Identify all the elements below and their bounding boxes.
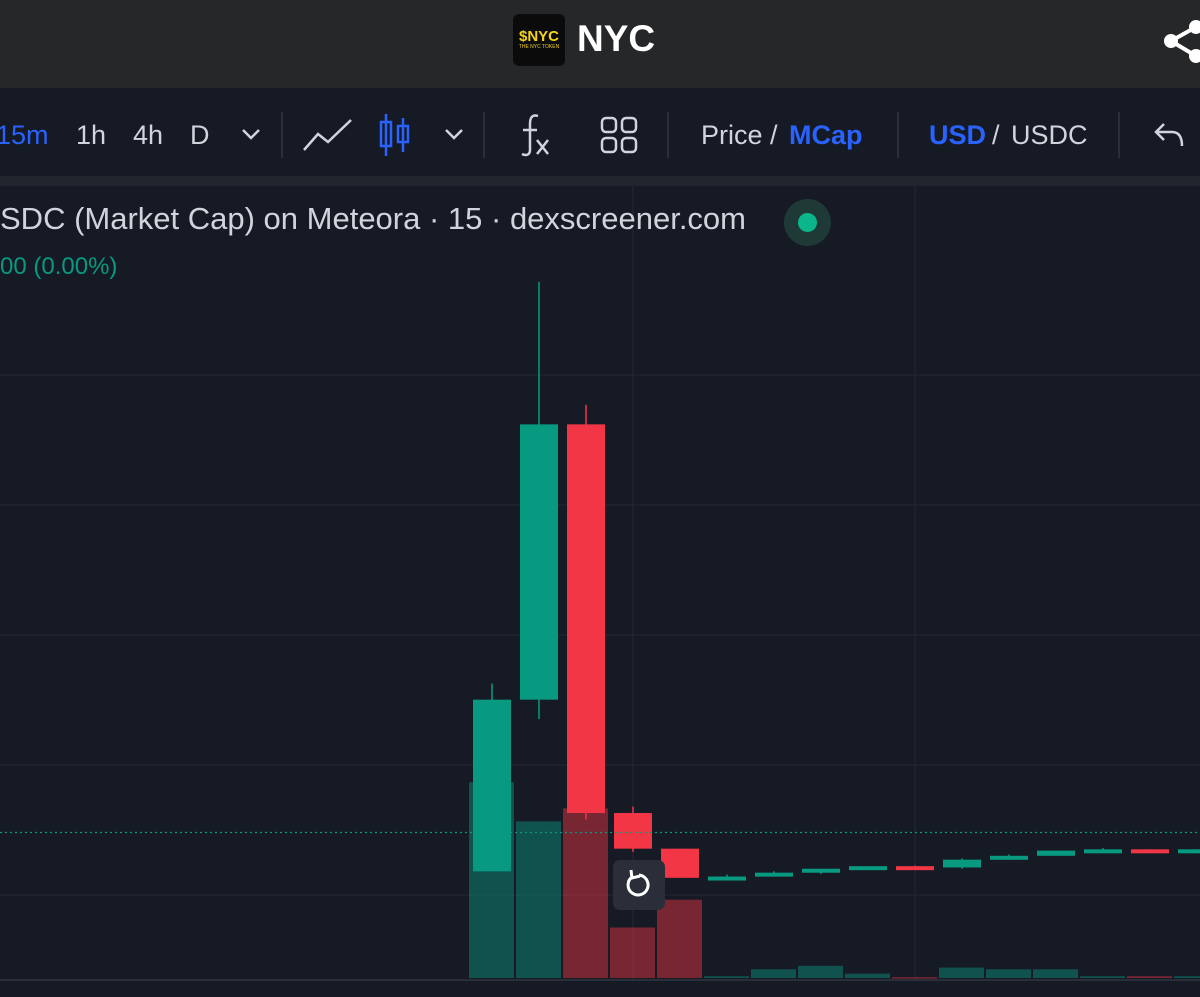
usdc-toggle-button[interactable]: USDC	[1011, 119, 1088, 151]
volume-bar-14	[1127, 976, 1172, 978]
chart-toolbar: 15m 1h 4h D Price / MCap USD / USDC	[0, 94, 1200, 176]
fx-icon[interactable]	[518, 112, 552, 158]
token-logo: $NYC THE NYC TOKEN	[513, 14, 565, 66]
share-icon	[1164, 20, 1200, 63]
token-logo-subtitle: THE NYC TOKEN	[518, 44, 560, 50]
usd-usdc-separator: /	[992, 120, 1000, 150]
undo-icon[interactable]	[1152, 120, 1186, 150]
volume-bar-11	[986, 969, 1031, 978]
interval-d-button[interactable]: D	[190, 119, 210, 151]
volume-bar-5	[704, 976, 749, 978]
toolbar-divider	[281, 112, 283, 158]
toolbar-divider	[897, 112, 899, 158]
candle-body-11	[990, 855, 1028, 860]
share-button[interactable]	[1160, 20, 1200, 70]
interval-1h-button[interactable]: 1h	[76, 119, 106, 151]
reset-chart-button[interactable]	[613, 860, 665, 910]
toolbar-divider	[483, 112, 485, 158]
reset-icon	[626, 869, 650, 897]
candle-body-2	[567, 424, 605, 814]
candle-body-7	[802, 868, 840, 873]
price-mcap-separator: /	[770, 120, 778, 150]
volume-bar-1	[516, 821, 561, 978]
interval-15m-button[interactable]: 15m	[0, 119, 49, 151]
candles	[473, 281, 1200, 881]
volume-bar-6	[751, 969, 796, 978]
candle-body-1	[520, 424, 558, 700]
volume-bar-9	[892, 977, 937, 979]
volume-bar-7	[798, 965, 843, 978]
candle-body-6	[755, 872, 793, 877]
volume-bar-15	[1174, 976, 1200, 978]
market-status-indicator[interactable]	[784, 199, 831, 246]
volume-bar-13	[1080, 976, 1125, 978]
toolbar-divider	[1118, 112, 1120, 158]
chart-legend-change: 00 (0.00%)	[0, 253, 118, 280]
interval-4h-button[interactable]: 4h	[133, 119, 163, 151]
candle-body-8	[849, 866, 887, 871]
top-header: $NYC THE NYC TOKEN NYC	[0, 0, 1200, 88]
grid-layout-icon[interactable]	[600, 116, 638, 154]
chart-legend-title: SDC (Market Cap) on Meteora · 15 · dexsc…	[0, 201, 746, 236]
token-name: NYC	[577, 18, 656, 59]
candle-body-3	[614, 813, 652, 849]
candle-body-12	[1037, 850, 1075, 856]
usd-toggle-button[interactable]: USD	[929, 119, 986, 151]
candle-body-10	[943, 859, 981, 868]
volume-bar-3	[610, 927, 655, 978]
toolbar-border	[0, 176, 1200, 186]
volume-bar-8	[845, 973, 890, 978]
candlestick-icon[interactable]	[378, 112, 412, 158]
line-chart-icon[interactable]	[302, 116, 354, 154]
candle-body-4	[661, 848, 699, 878]
volume-bar-12	[1033, 969, 1078, 978]
candle-body-13	[1084, 849, 1122, 854]
chart-type-menu-chevron-down-icon[interactable]	[443, 126, 465, 142]
toolbar-divider	[667, 112, 669, 158]
token-logo-ticker: $NYC	[518, 28, 559, 45]
candle-body-5	[708, 876, 746, 881]
volume-bar-2	[563, 808, 608, 978]
mcap-toggle-button[interactable]: MCap	[789, 119, 863, 151]
candle-body-9	[896, 866, 934, 871]
volume-bar-10	[939, 967, 984, 978]
candle-body-14	[1131, 849, 1169, 854]
candlestick-chart[interactable]	[0, 186, 1200, 997]
volume-bar-4	[657, 899, 702, 978]
market-status-dot	[798, 213, 817, 232]
interval-menu-chevron-down-icon[interactable]	[240, 126, 262, 142]
candle-body-15	[1178, 849, 1200, 854]
price-toggle-button[interactable]: Price	[701, 119, 763, 151]
candle-body-0	[473, 699, 511, 872]
